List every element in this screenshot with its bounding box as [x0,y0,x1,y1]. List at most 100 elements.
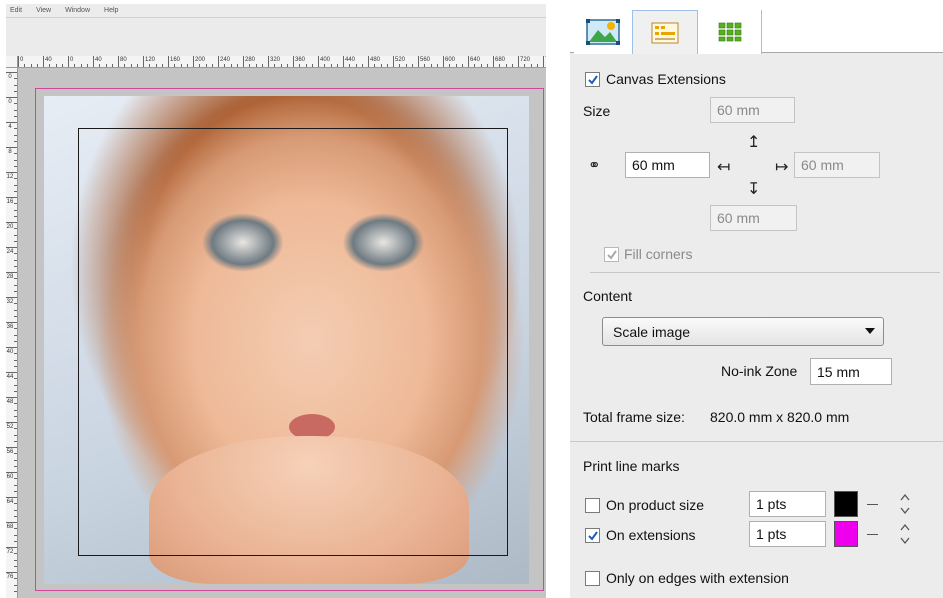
dropdown-arrow-icon [865,328,875,334]
ruler-label: 16 [6,199,14,205]
ruler-label: 440 [345,57,356,63]
ruler-tick [6,372,17,373]
ruler-label: 240 [220,57,231,63]
ruler-label: 480 [370,57,381,63]
settings-panel: Canvas Extensions Size 60 mm ↥ ⚭ 60 mm ↤… [570,4,943,598]
arrow-down-icon: ↧ [747,181,761,198]
chain-link-icon[interactable]: ⚭ [588,158,601,174]
ruler-tick [6,322,17,323]
product-line-color-swatch[interactable] [834,491,858,517]
on-product-size-label: On product size [606,497,705,513]
ruler-label: 48 [6,399,14,405]
ruler-corner [6,56,18,68]
ruler-tick [6,272,17,273]
content-mode-value: Scale image [613,323,691,340]
only-edges-checkbox[interactable] [585,571,600,586]
tab-image[interactable] [574,10,632,54]
ruler-label: 60 [6,474,14,480]
grid-icon [718,22,741,42]
ruler-tick [6,247,17,248]
ruler-label: 28 [6,274,14,280]
ruler-label: 360 [295,57,306,63]
ruler-tick [6,397,17,398]
checkmark-icon [587,74,598,85]
ruler-tick [6,547,17,548]
ruler-label: 40 [95,57,102,63]
ruler-label: 640 [470,57,481,63]
fill-corners-checkbox[interactable] [604,247,619,262]
canvas-area[interactable] [18,68,546,598]
size-top-field[interactable]: 60 mm [710,97,795,123]
ruler-tick [6,147,17,148]
no-ink-zone-field[interactable]: 15 mm [810,358,892,385]
size-left-field[interactable]: 60 mm [625,152,710,178]
ruler-label: 0 [70,57,74,63]
size-right-field[interactable]: 60 mm [794,152,880,178]
menu-view[interactable]: View [36,7,51,14]
ruler-label: 76 [6,574,14,580]
no-ink-zone-label: No-ink Zone [721,363,798,379]
divider [570,441,943,442]
ruler-label: 720 [520,57,531,63]
ruler-label: 40 [45,57,52,63]
ruler-label: 72 [6,549,14,555]
ruler-label: 520 [395,57,406,63]
arrow-left-icon: ↤ [717,159,731,176]
arrow-up-icon: ↥ [747,134,761,151]
ruler-label: 44 [6,374,14,380]
menu-edit[interactable]: Edit [10,7,22,14]
ruler-label: 120 [145,57,156,63]
checkmark-icon [606,249,617,260]
size-label: Size [583,103,611,119]
product-size-outline [78,128,508,556]
ruler-label: 680 [495,57,506,63]
ruler-label: 0 [20,57,24,63]
tab-strip [570,4,943,54]
on-product-size-checkbox[interactable] [585,498,600,513]
ruler-tick [6,347,17,348]
ruler-label: 76 [543,56,546,64]
ruler-tick [6,472,17,473]
tab-layout[interactable] [632,10,698,54]
ruler-label: 12 [6,174,14,180]
ruler-label: 20 [6,224,14,230]
menu-window[interactable]: Window [65,7,90,14]
ruler-label: 40 [6,349,14,355]
horizontal-ruler: 0 40 0 40 80 120 160 200 240 280 320 360 400 440 480 52… [18,56,546,68]
canvas-extensions-checkbox[interactable] [585,72,600,87]
ruler-label: 560 [420,57,431,63]
ruler-tick [6,197,17,198]
line-style-icon [867,504,878,505]
on-extensions-checkbox[interactable] [585,528,600,543]
product-line-spinner[interactable] [900,492,910,516]
ruler-tick [6,172,17,173]
ruler-tick [6,222,17,223]
ruler-label: 24 [6,249,14,255]
line-style-icon [867,534,878,535]
ruler-label: 160 [170,57,181,63]
ruler-tick [6,97,17,98]
menu-help[interactable]: Help [104,7,118,14]
image-landscape-icon [586,19,620,45]
content-label: Content [583,288,633,304]
ruler-tick [6,522,17,523]
extension-line-width-field[interactable]: 1 pts [749,521,826,547]
ruler-label: 600 [445,57,456,63]
ruler-label: 36 [6,324,14,330]
ruler-tick [6,297,17,298]
ruler-tick [6,572,17,573]
total-frame-label: Total frame size: [583,409,685,425]
ruler-tick [6,447,17,448]
ruler-label: 0 [8,74,12,80]
product-line-width-field[interactable]: 1 pts [749,491,826,517]
extension-line-spinner[interactable] [900,522,910,546]
content-mode-select[interactable]: Scale image [602,317,884,346]
arrow-right-icon: ↦ [775,159,789,176]
size-bottom-field[interactable]: 60 mm [710,205,797,231]
editor-window: Edit View Window Help 0 40 0 40 80 120 160 200 2… [6,4,546,598]
menu-bar: Edit View Window Help [6,4,546,18]
tab-grid[interactable] [698,10,762,54]
ruler-label: 52 [6,424,14,430]
extension-line-color-swatch[interactable] [834,521,858,547]
ruler-tick [6,122,17,123]
